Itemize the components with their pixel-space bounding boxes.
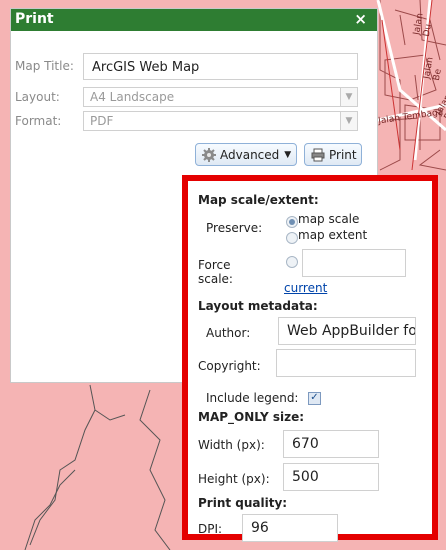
preserve-option-label: map scale [298,212,360,226]
preserve-map-scale-radio[interactable] [286,216,298,228]
print-label: Print [329,147,357,162]
preserve-map-extent-radio[interactable] [286,232,298,244]
format-value: PDF [90,114,114,128]
gear-icon [202,147,216,162]
author-input[interactable]: Web AppBuilder for ArcGIS [278,317,416,345]
scale-extent-heading: Map scale/extent: [198,193,319,207]
chevron-down-icon: ▼ [340,88,357,106]
map-label: Jalan Be [422,56,444,82]
format-label: Format: [15,114,62,128]
chevron-down-icon: ▼ [340,112,357,130]
panel-title: Print [15,11,54,27]
print-button[interactable]: Print [304,143,362,166]
printer-icon [311,148,325,162]
include-legend-label: Include legend: [206,391,299,405]
layout-row: Layout: A4 Landscape ▼ [11,87,377,111]
format-select[interactable]: PDF ▼ [83,111,358,131]
force-scale-input[interactable] [302,249,406,277]
dpi-label: DPI: [198,522,223,536]
advanced-settings-panel: Map scale/extent: Preserve: map scale ma… [182,175,438,542]
layout-metadata-heading: Layout metadata: [198,299,318,313]
chevron-down-icon: ▼ [284,149,292,160]
copyright-label: Copyright: [198,359,261,373]
advanced-button[interactable]: Advanced ▼ [195,143,297,166]
dpi-input[interactable]: 96 [242,514,338,542]
advanced-label: Advanced [220,147,280,162]
width-input[interactable]: 670 [283,430,379,458]
preserve-option-label: map extent [298,228,368,242]
force-scale-label: Force [198,258,231,272]
height-input[interactable]: 500 [283,463,379,491]
map-title-label: Map Title: [15,59,74,73]
map-title-row: Map Title: ArcGIS Web Map [11,53,377,80]
format-row: Format: PDF ▼ [11,111,377,135]
width-label: Width (px): [198,438,265,452]
map-title-input[interactable]: ArcGIS Web Map [83,53,358,80]
include-legend-checkbox[interactable]: ✓ [308,392,321,405]
map-only-size-heading: MAP_ONLY size: [198,410,305,424]
layout-label: Layout: [15,90,60,104]
current-scale-link[interactable]: current [284,281,327,295]
preserve-label: Preserve: [206,221,263,235]
author-label: Author: [206,326,251,340]
layout-select[interactable]: A4 Landscape ▼ [83,87,358,107]
force-scale-radio[interactable] [286,256,298,268]
print-quality-heading: Print quality: [198,496,288,510]
close-icon[interactable]: × [354,10,367,28]
copyright-input[interactable] [276,349,416,377]
layout-value: A4 Landscape [90,90,175,104]
height-label: Height (px): [198,472,270,486]
force-scale-label: scale: [198,272,233,286]
panel-header: Print × [11,9,377,31]
